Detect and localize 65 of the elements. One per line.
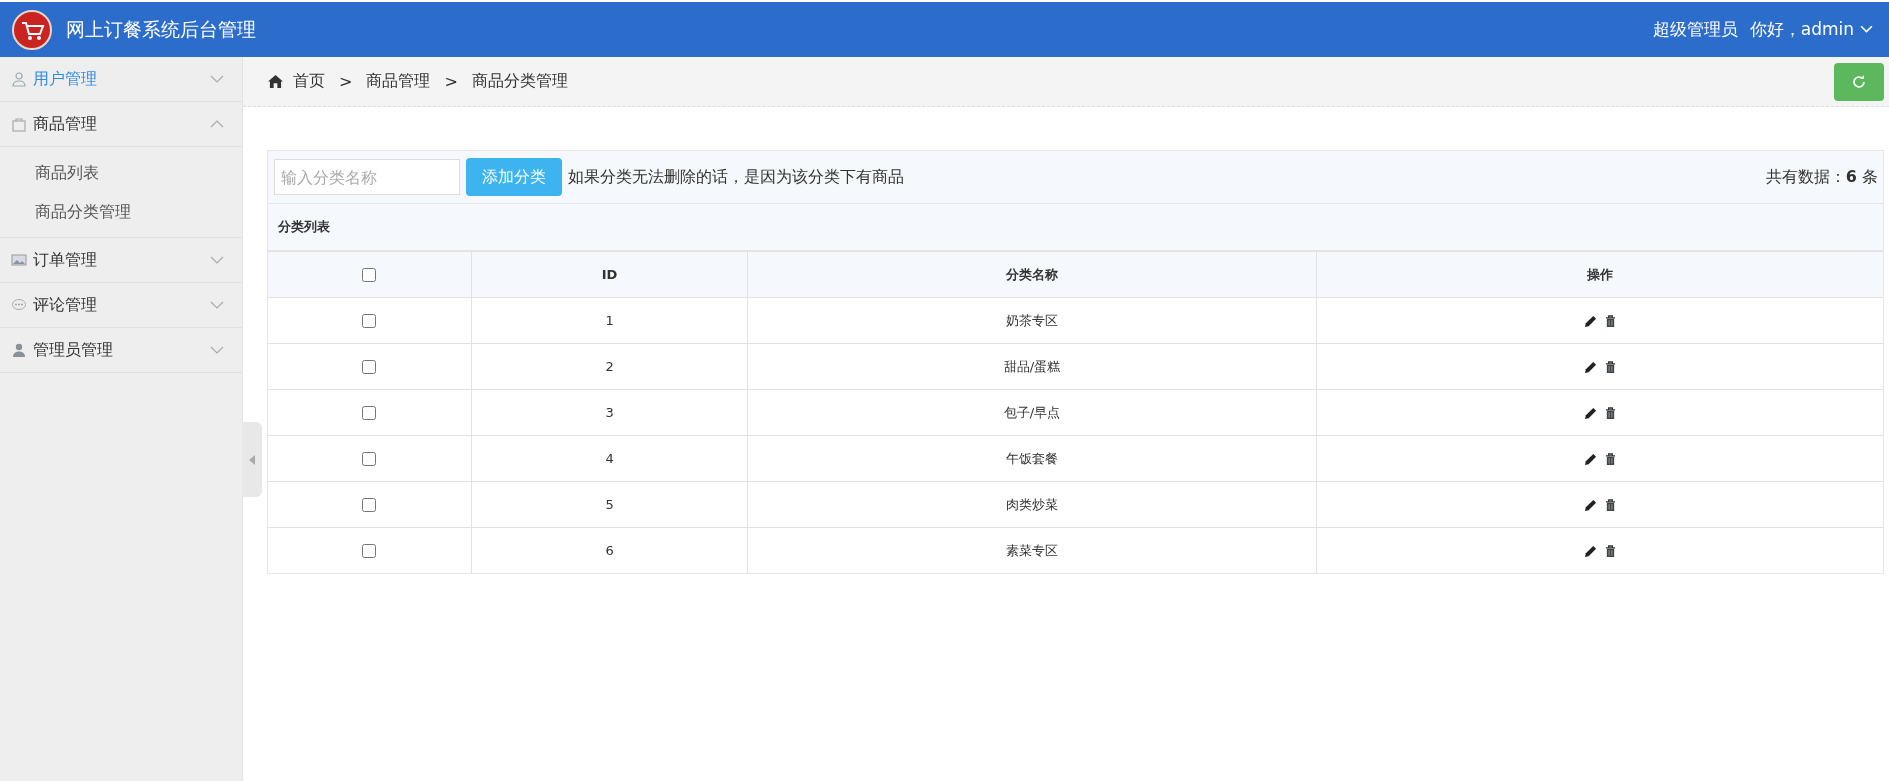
sidebar-subitem[interactable]: 商品分类管理	[0, 192, 242, 231]
edit-pencil-icon[interactable]	[1583, 361, 1597, 374]
column-header: ID	[471, 251, 748, 298]
chevron-down-icon	[1860, 25, 1873, 34]
breadcrumb-separator: >	[339, 72, 353, 91]
table-cell: 奶茶专区	[747, 297, 1317, 344]
category-name-field[interactable]: 输入分类名称	[274, 159, 460, 195]
row-checkbox[interactable]	[362, 498, 377, 513]
delete-trash-icon[interactable]	[1604, 407, 1616, 420]
table-cell: 3	[471, 389, 748, 436]
list-title: 分类列表	[268, 204, 1883, 251]
sidebar-item[interactable]: 订单管理	[0, 238, 242, 283]
row-checkbox[interactable]	[362, 544, 377, 559]
table-cell: 5	[471, 481, 748, 528]
user-role: 超级管理员	[1652, 18, 1738, 41]
row-checkbox[interactable]	[362, 452, 377, 467]
chevron-up-icon	[210, 120, 224, 128]
refresh-icon	[1851, 73, 1867, 90]
table-cell: 4	[471, 435, 748, 482]
delete-trash-icon[interactable]	[1604, 453, 1616, 466]
row-checkbox[interactable]	[362, 360, 377, 375]
table-cell: 2	[471, 343, 748, 390]
user-menu[interactable]: 你好，admin	[1749, 18, 1873, 41]
breadcrumb-link[interactable]: 商品管理	[366, 71, 431, 92]
home-icon	[268, 75, 283, 88]
select-all-checkbox[interactable]	[362, 268, 377, 283]
app-title: 网上订餐系统后台管理	[66, 16, 256, 42]
delete-trash-icon[interactable]	[1604, 361, 1616, 374]
hint-text: 如果分类无法删除的话，是因为该分类下有商品	[568, 166, 904, 188]
chevron-down-icon	[210, 256, 224, 264]
person-icon	[11, 342, 27, 358]
chevron-down-icon	[210, 346, 224, 354]
sidebar-collapse-handle[interactable]	[242, 422, 262, 497]
sidebar-item[interactable]: 评论管理	[0, 283, 242, 328]
table-cell: 甜品/蛋糕	[747, 343, 1317, 390]
sidebar-item[interactable]: 管理员管理	[0, 328, 242, 373]
delete-trash-icon[interactable]	[1604, 315, 1616, 328]
chat-bubble-icon	[11, 297, 27, 313]
table-cell: 1	[471, 297, 748, 344]
table-cell: 包子/早点	[747, 389, 1317, 436]
column-header: 分类名称	[747, 251, 1317, 298]
row-checkbox[interactable]	[362, 314, 377, 329]
breadcrumb-link[interactable]: 商品分类管理	[471, 71, 568, 92]
table-cell: 午饭套餐	[747, 435, 1317, 482]
edit-pencil-icon[interactable]	[1583, 315, 1597, 328]
edit-pencil-icon[interactable]	[1583, 499, 1597, 512]
shopping-cart-logo-icon	[12, 9, 52, 50]
delete-trash-icon[interactable]	[1604, 545, 1616, 558]
user-outline-icon	[11, 71, 27, 87]
breadcrumb-link[interactable]: 首页	[293, 71, 325, 92]
table-cell: 肉类炒菜	[747, 481, 1317, 528]
sidebar-subitem[interactable]: 商品列表	[0, 153, 242, 192]
sidebar-item[interactable]: 商品管理	[0, 102, 242, 147]
total-count: 共有数据：6 条	[1765, 166, 1878, 188]
breadcrumb-separator: >	[444, 72, 458, 91]
row-checkbox[interactable]	[362, 406, 377, 421]
chevron-down-icon	[210, 301, 224, 309]
edit-pencil-icon[interactable]	[1583, 545, 1597, 558]
delete-trash-icon[interactable]	[1604, 499, 1616, 512]
chevron-down-icon	[210, 75, 224, 83]
image-icon	[11, 252, 27, 268]
edit-pencil-icon[interactable]	[1583, 453, 1597, 466]
bag-icon	[11, 116, 27, 132]
edit-pencil-icon[interactable]	[1583, 407, 1597, 420]
column-header: 操作	[1316, 251, 1883, 298]
